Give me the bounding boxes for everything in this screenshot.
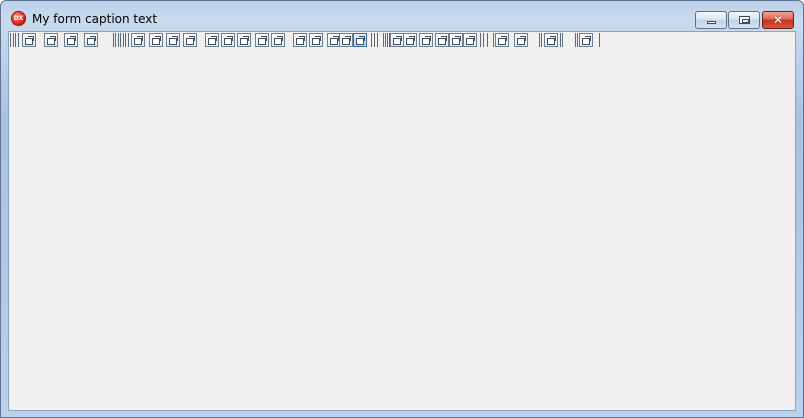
app-icon[interactable]: DX [11, 11, 26, 26]
toolbar-button-restore-window-icon[interactable] [131, 33, 145, 47]
toolbar-button-restore-window-icon[interactable] [390, 33, 404, 47]
toolbar-separator [371, 33, 372, 47]
toolbar-separator [13, 33, 14, 47]
toolbar-separator [387, 33, 388, 47]
toolbar-button-restore-window-icon[interactable] [22, 33, 36, 47]
toolbar-button-restore-window-icon[interactable] [309, 33, 323, 47]
toolbar-separator [539, 33, 540, 47]
toolbar-button-restore-window-icon[interactable] [353, 33, 367, 47]
toolbar-button-restore-window-icon[interactable] [495, 33, 509, 47]
toolbar-separator [128, 33, 129, 47]
toolbar-separator [562, 33, 563, 47]
minimize-icon [707, 21, 716, 24]
toolbar-button-restore-window-icon[interactable] [44, 33, 58, 47]
toolbar-button-restore-window-icon[interactable] [255, 33, 269, 47]
toolbar-separator [113, 33, 114, 47]
toolbar-button-restore-window-icon[interactable] [205, 33, 219, 47]
toolbar-separator [18, 33, 19, 47]
toolbar-separator [120, 33, 121, 47]
toolbar-button-restore-window-icon[interactable] [449, 33, 463, 47]
toolbar-separator [125, 33, 126, 47]
toolbar-button-restore-window-icon[interactable] [463, 33, 477, 47]
toolbar-button-restore-window-icon[interactable] [183, 33, 197, 47]
toolbar-button-restore-window-icon[interactable] [339, 33, 353, 47]
toolbar-button-restore-window-icon[interactable] [435, 33, 449, 47]
close-button[interactable]: ✕ [762, 11, 794, 29]
toolbar [9, 32, 795, 48]
toolbar-button-restore-window-icon[interactable] [84, 33, 98, 47]
toolbar-separator [118, 33, 119, 47]
toolbar-button-restore-window-icon[interactable] [64, 33, 78, 47]
toolbar-button-restore-window-icon[interactable] [293, 33, 307, 47]
toolbar-button-restore-window-icon[interactable] [403, 33, 417, 47]
toolbar-button-restore-window-icon[interactable] [221, 33, 235, 47]
window-caption: My form caption text [32, 12, 158, 26]
close-icon: ✕ [772, 13, 784, 27]
maximize-icon [739, 16, 750, 24]
toolbar-separator [487, 33, 488, 47]
toolbar-separator [385, 33, 386, 47]
toolbar-button-restore-window-icon[interactable] [237, 33, 251, 47]
toolbar-separator [480, 33, 481, 47]
toolbar-separator [599, 33, 600, 47]
toolbar-separator [15, 33, 16, 47]
toolbar-button-restore-window-icon[interactable] [271, 33, 285, 47]
form-client-area [8, 31, 796, 411]
toolbar-separator [383, 33, 384, 47]
toolbar-button-restore-window-icon[interactable] [149, 33, 163, 47]
app-window: DX My form caption text ✕ [0, 0, 804, 418]
toolbar-separator [115, 33, 116, 47]
toolbar-separator [541, 33, 542, 47]
toolbar-button-restore-window-icon[interactable] [419, 33, 433, 47]
toolbar-separator [123, 33, 124, 47]
toolbar-separator [577, 33, 578, 47]
minimize-button[interactable] [695, 11, 727, 29]
toolbar-separator [377, 33, 378, 47]
toolbar-separator [374, 33, 375, 47]
toolbar-button-restore-window-icon[interactable] [514, 33, 528, 47]
toolbar-separator [483, 33, 484, 47]
title-bar[interactable]: DX My form caption text ✕ [1, 1, 803, 31]
toolbar-separator [560, 33, 561, 47]
toolbar-separator [575, 33, 576, 47]
toolbar-separator [10, 33, 11, 47]
toolbar-separator [493, 33, 494, 47]
toolbar-button-restore-window-icon[interactable] [579, 33, 593, 47]
toolbar-button-restore-window-icon[interactable] [166, 33, 180, 47]
maximize-button[interactable] [728, 11, 760, 29]
toolbar-button-restore-window-icon[interactable] [544, 33, 558, 47]
